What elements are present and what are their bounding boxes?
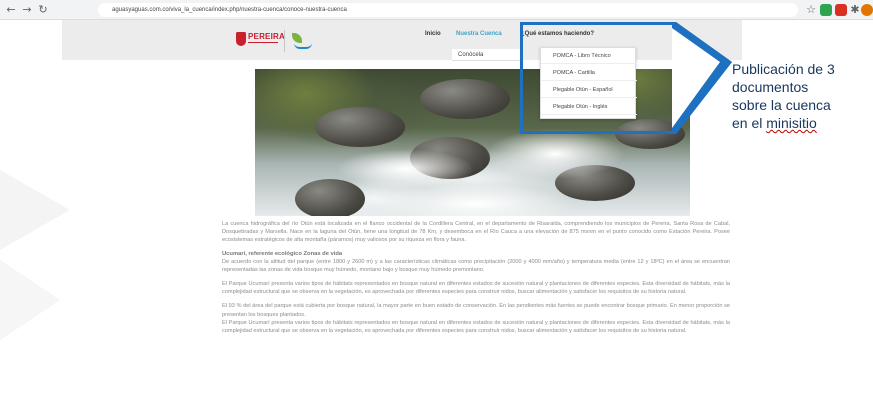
forward-icon[interactable]: → [20,3,34,17]
background-watermark [0,170,70,340]
logo-divider [284,30,285,52]
paragraph-habitats-repeat: El Parque Ucumarí presenta varios tipos … [222,319,730,335]
page-content: La cuenca hidrográfica del río Otún está… [222,220,730,341]
callout-line-4-prefix: en el [732,115,763,131]
address-bar[interactable]: aguasyaguas.com.co/viva_la_cuenca/index.… [98,3,798,17]
rock [315,107,405,147]
nav-nuestra-cuenca[interactable]: Nuestra Cuenca [456,31,502,37]
callout-text: Publicación de 3 documentos sobre la cue… [732,60,872,132]
rock [295,179,365,216]
extension-green-icon[interactable] [820,4,832,16]
water-foam [375,184,575,216]
paragraph-bosque-natural: El 93 % del área del parque está cubiert… [222,303,730,318]
profile-avatar[interactable] [861,4,873,16]
callout-line-4-word: minisitio [766,115,817,131]
nav-inicio[interactable]: Inicio [425,31,441,37]
leaf-icon [292,33,302,43]
logo-underline [248,42,278,47]
rock [420,79,510,119]
logo-text: PEREIRA [248,32,285,41]
callout-line-3: sobre la cuenca [732,97,831,113]
browser-toolbar: ← → ↻ 🔒 aguasyaguas.com.co/viva_la_cuenc… [0,0,873,20]
callout-line-2: documentos [732,79,809,95]
paragraph-habitats: El Parque Ucumarí presenta varios tipos … [222,281,730,296]
water-foam [485,129,625,179]
submenu-conocela[interactable]: Conócela [452,49,522,61]
callout-line-4: en el minisitio [732,114,872,132]
extension-red-icon[interactable] [835,4,847,16]
callout-line-1: Publicación de 3 [732,61,835,77]
paragraph-cuenca: La cuenca hidrográfica del río Otún está… [222,221,730,244]
pereira-logo[interactable]: PEREIRA [236,30,285,52]
paragraph-zonas-vida: De acuerdo con la altitud del parque (en… [222,258,730,273]
callout-highlight-box [520,22,676,134]
pereira-shield-icon [236,32,246,46]
water-foam [335,149,475,189]
extensions-puzzle-icon[interactable]: ✱ [848,3,862,17]
water-wave-icon [294,43,312,49]
aguas-logo[interactable] [290,31,314,51]
callout-arrow [672,22,732,134]
star-icon[interactable]: ☆ [804,3,818,17]
reload-icon[interactable]: ↻ [36,3,50,17]
section-heading-ucumari: Ucumarí, referente ecológico Zonas de vi… [222,250,343,257]
back-icon[interactable]: ← [4,3,18,17]
